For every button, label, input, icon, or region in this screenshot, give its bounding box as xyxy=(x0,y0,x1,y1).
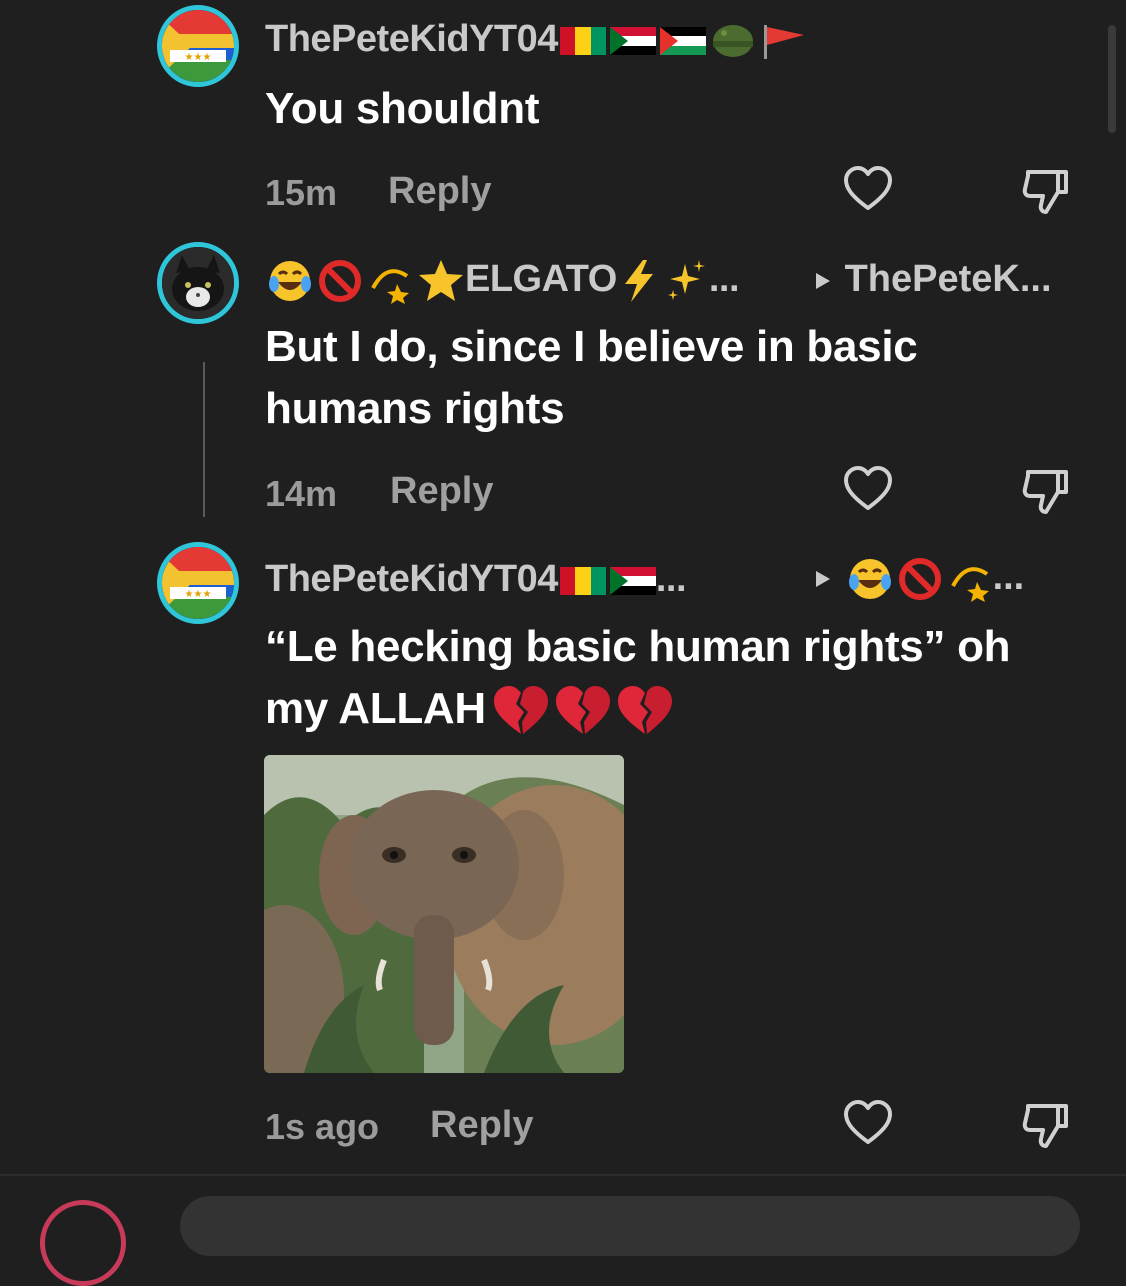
emoji-suffix xyxy=(619,258,709,304)
reply-target[interactable]: ThePeteK... xyxy=(812,258,1052,301)
comment-text-line: “Le hecking basic human rights” oh xyxy=(265,622,1011,671)
emoji-prefix xyxy=(847,556,993,602)
heart-outline-icon xyxy=(844,166,892,210)
thumbs-down-icon xyxy=(1022,170,1068,214)
broken-heart-icon xyxy=(617,686,672,735)
flag-emojis xyxy=(559,21,806,61)
svg-text:★★★: ★★★ xyxy=(185,52,212,63)
username-ellipsis: ... xyxy=(655,558,687,600)
flag-guinea-icon xyxy=(559,26,606,55)
svg-text:★★★: ★★★ xyxy=(185,589,212,600)
thumbs-down-icon xyxy=(1022,470,1068,514)
emoji-prefix xyxy=(267,258,465,304)
laughing-tears-icon xyxy=(269,261,311,301)
comment-text: But I do, since I believe in basic human… xyxy=(265,316,1095,440)
star-icon xyxy=(419,260,463,301)
avatar[interactable]: ★★★ xyxy=(157,5,239,87)
comment-text: “Le hecking basic human rights” oh my AL… xyxy=(265,616,1095,740)
heart-outline-icon xyxy=(844,1100,892,1144)
timestamp: 15m xyxy=(265,172,338,213)
prohibited-icon xyxy=(319,260,361,302)
like-button[interactable] xyxy=(840,1096,896,1152)
dizzy-icon xyxy=(950,567,989,602)
dislike-button[interactable] xyxy=(1018,462,1074,518)
lightning-icon xyxy=(624,260,653,302)
reply-target-ellipsis: ... xyxy=(992,556,1025,599)
comment-text: You shouldnt xyxy=(265,84,540,133)
reply-target[interactable]: ... xyxy=(812,556,1024,602)
current-user-avatar xyxy=(40,1200,126,1286)
thread-line xyxy=(203,362,205,517)
flag-avatar-image: ★★★ xyxy=(162,10,234,82)
dislike-button[interactable] xyxy=(1018,1096,1074,1152)
avatar[interactable]: ★★★ xyxy=(157,542,239,624)
heart-outline-icon xyxy=(844,466,892,510)
thumbs-down-icon xyxy=(1022,1104,1068,1148)
prohibited-icon xyxy=(898,558,941,600)
cat-avatar-image xyxy=(162,247,234,319)
flag-guinea-icon xyxy=(559,566,606,595)
divider xyxy=(0,1174,1126,1176)
military-helmet-icon xyxy=(712,24,753,57)
play-triangle-icon xyxy=(816,571,830,587)
timestamp: 14m xyxy=(265,473,338,514)
comment-input[interactable] xyxy=(180,1196,1080,1256)
username[interactable]: ELGATO ... xyxy=(265,258,740,304)
like-button[interactable] xyxy=(840,162,896,218)
broken-hearts xyxy=(492,684,674,738)
timestamp: 1s ago xyxy=(265,1106,380,1147)
flag-palestine-icon xyxy=(659,26,706,55)
username[interactable]: ThePeteKidYT04 xyxy=(265,18,806,61)
laughing-tears-icon xyxy=(848,559,891,599)
broken-heart-icon xyxy=(493,686,548,735)
elephant-painting-image xyxy=(264,755,624,1073)
comment-text-line: But I do, since I believe in basic xyxy=(265,322,918,371)
triangular-flag-icon xyxy=(763,24,804,59)
dizzy-icon xyxy=(371,269,409,304)
reply-button[interactable]: Reply xyxy=(390,470,493,513)
username[interactable]: ThePeteKidYT04 ... xyxy=(265,558,687,601)
comment-text-line: my ALLAH xyxy=(265,678,1095,740)
avatar[interactable] xyxy=(157,242,239,324)
reply-button[interactable]: Reply xyxy=(388,170,491,213)
scrollbar[interactable] xyxy=(1108,25,1116,133)
flag-emojis xyxy=(559,566,656,595)
sparkles-icon xyxy=(667,260,705,300)
broken-heart-icon xyxy=(555,686,610,735)
like-button[interactable] xyxy=(840,462,896,518)
reply-button[interactable]: Reply xyxy=(430,1104,533,1147)
flag-sudan-icon xyxy=(609,566,656,595)
flag-avatar-image: ★★★ xyxy=(162,547,234,619)
flag-sudan-icon xyxy=(609,26,656,55)
play-triangle-icon xyxy=(816,272,830,289)
attached-image-elephant[interactable] xyxy=(264,755,624,1073)
username-ellipsis: ... xyxy=(708,258,740,301)
dislike-button[interactable] xyxy=(1018,162,1074,218)
comment-text-line: humans rights xyxy=(265,384,565,433)
